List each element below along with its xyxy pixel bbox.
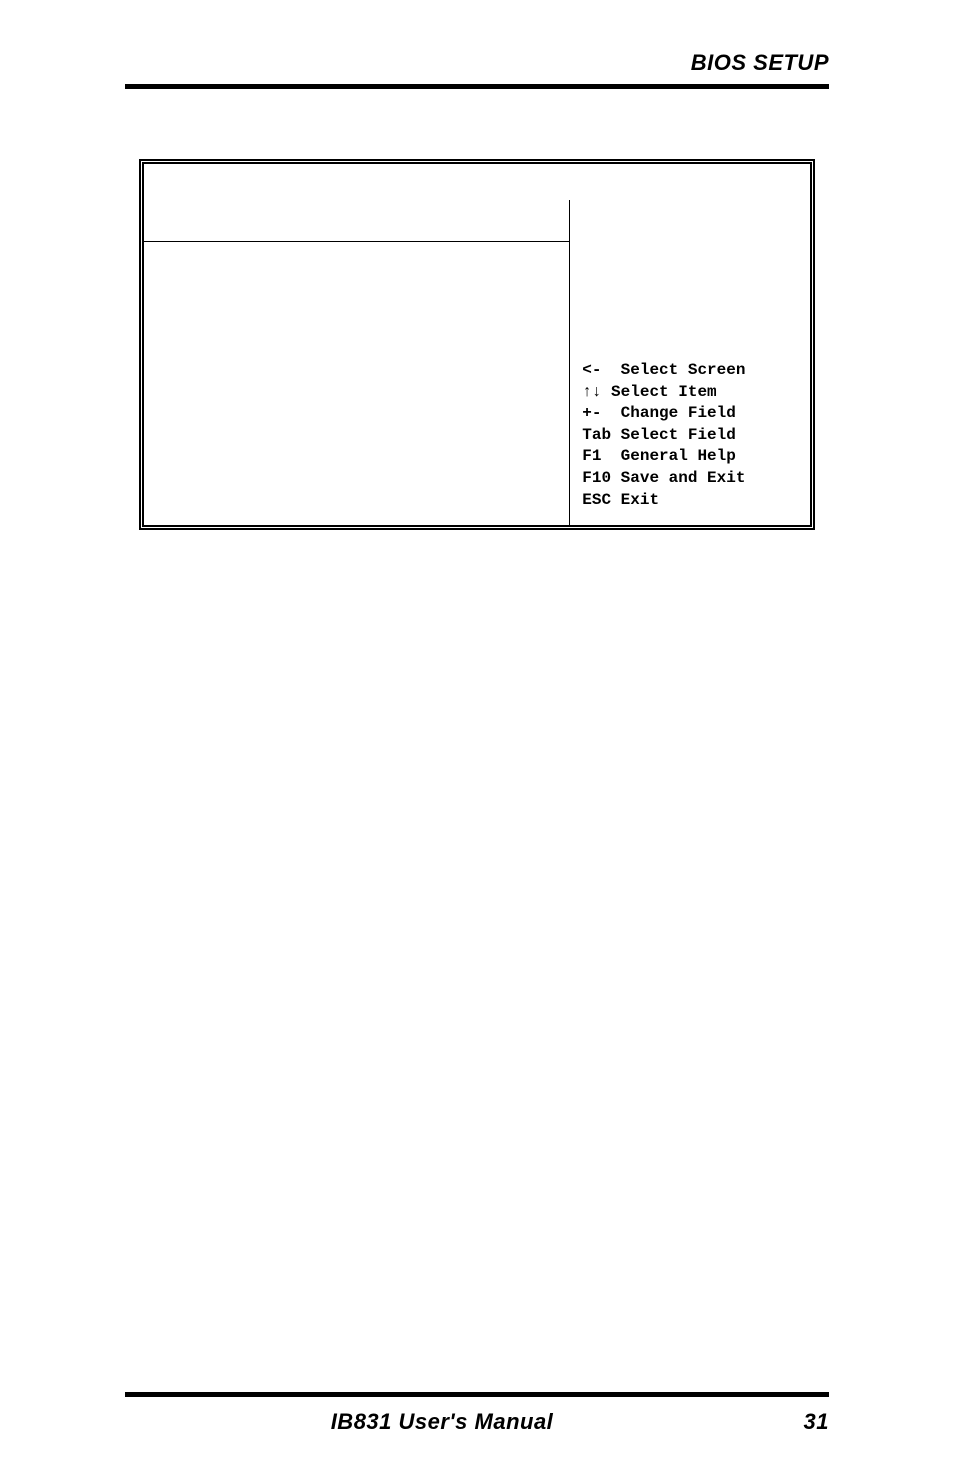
- help-select-screen: <- Select Screen: [582, 360, 798, 382]
- bios-left-upper: [144, 200, 569, 242]
- section-header: BIOS SETUP: [125, 50, 829, 76]
- help-tab-select: Tab Select Field: [582, 425, 798, 447]
- page-footer: IB831 User's Manual 31: [125, 1409, 829, 1435]
- bios-setup-frame: <- Select Screen ↑↓ Select Item +- Chang…: [139, 159, 815, 530]
- footer-separator: [125, 1392, 829, 1397]
- footer-page-number: 31: [759, 1409, 829, 1435]
- help-general-help: F1 General Help: [582, 446, 798, 468]
- bios-help-upper: [582, 210, 798, 360]
- help-select-item: ↑↓ Select Item: [582, 382, 798, 404]
- header-separator: [125, 84, 829, 89]
- bios-help-panel: <- Select Screen ↑↓ Select Item +- Chang…: [570, 200, 810, 525]
- bios-menu-bar: [144, 164, 810, 200]
- page-spacer: [125, 530, 829, 1392]
- footer-manual-title: IB831 User's Manual: [125, 1409, 759, 1435]
- bios-body: <- Select Screen ↑↓ Select Item +- Chang…: [144, 200, 810, 525]
- page: BIOS SETUP <- Select Screen ↑↓ Select It…: [0, 0, 954, 1475]
- help-esc-exit: ESC Exit: [582, 490, 798, 512]
- help-change-field: +- Change Field: [582, 403, 798, 425]
- bios-left-lower: [144, 242, 569, 402]
- bios-left-panel: [144, 200, 570, 525]
- help-save-exit: F10 Save and Exit: [582, 468, 798, 490]
